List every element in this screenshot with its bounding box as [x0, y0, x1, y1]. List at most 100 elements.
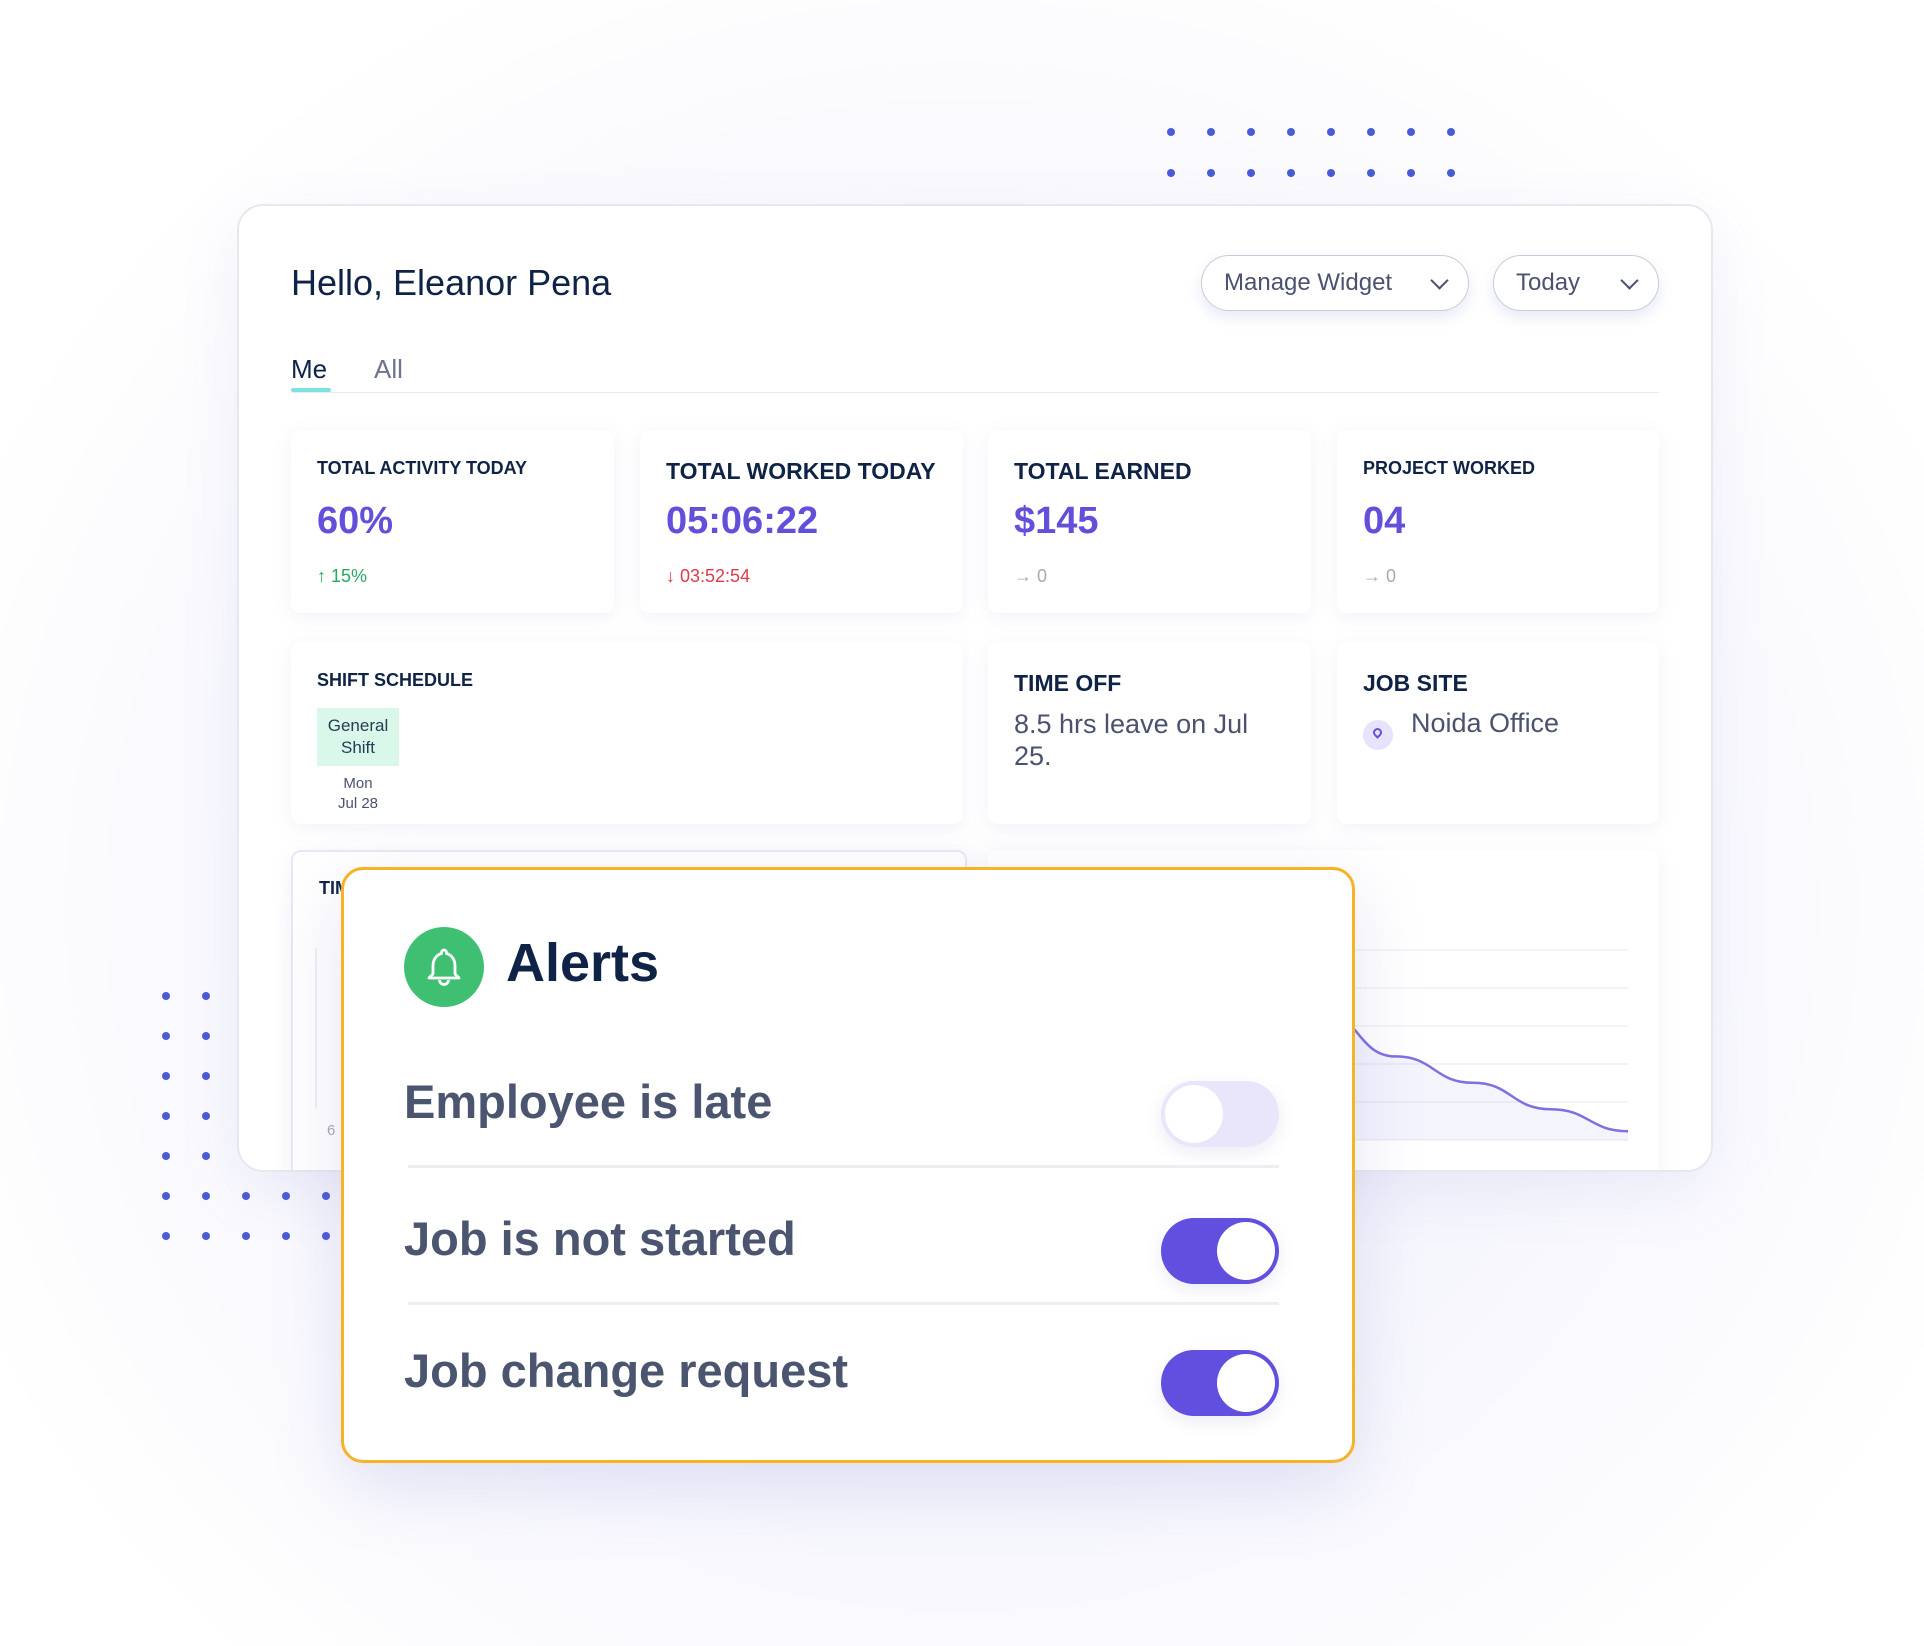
dot [1407, 128, 1415, 136]
alert-row-job-change-request: Job change request [404, 1307, 1279, 1437]
shift-date: Mon Jul 28 [317, 774, 399, 814]
greeting-title: Hello, Eleanor Pena [291, 262, 612, 303]
stat-label: TOTAL EARNED [1014, 458, 1192, 484]
dot [162, 1112, 170, 1120]
chevron-down-icon [1430, 270, 1449, 290]
job-site-widget: JOB SITE Noida Office [1337, 642, 1659, 824]
alert-toggle-job-change-request[interactable] [1161, 1350, 1279, 1416]
alert-label: Job is not started [404, 1212, 796, 1265]
dot [282, 1232, 290, 1240]
dot [242, 1232, 250, 1240]
stat-label: TOTAL ACTIVITY TODAY [317, 458, 528, 478]
dot [202, 1112, 210, 1120]
dot [1247, 128, 1255, 136]
dot [162, 1152, 170, 1160]
dot [162, 1232, 170, 1240]
stat-value: 05:06:22 [666, 500, 819, 542]
dot [1367, 128, 1375, 136]
stat-delta: ↑ 15% [317, 566, 367, 587]
dot [162, 992, 170, 1000]
shift-day-label: Mon [343, 775, 373, 792]
dot [1167, 169, 1175, 177]
arrow-up-icon: ↑ [317, 566, 326, 586]
stat-card-total-activity: TOTAL ACTIVITY TODAY 60% ↑ 15% [291, 430, 614, 613]
stat-label: PROJECT WORKED [1363, 458, 1536, 478]
dot [162, 1072, 170, 1080]
alert-toggle-job-not-started[interactable] [1161, 1218, 1279, 1284]
dot [1207, 169, 1215, 177]
dot [1367, 169, 1375, 177]
dot [162, 1192, 170, 1200]
stat-delta: ↓ 03:52:54 [666, 566, 750, 587]
stat-card-project-worked: PROJECT WORKED 04 → 0 [1337, 430, 1659, 613]
location-pin-icon [1363, 720, 1393, 750]
dot [322, 1192, 330, 1200]
stat-card-total-earned: TOTAL EARNED $145 → 0 [988, 430, 1311, 613]
shift-tag[interactable]: General Shift [317, 708, 399, 766]
alerts-title: Alerts [506, 933, 660, 993]
alert-row-employee-late: Employee is late [404, 1038, 1279, 1168]
dot [322, 1232, 330, 1240]
toggle-knob [1217, 1222, 1275, 1280]
widget-label: TIME OFF [1014, 670, 1122, 696]
dot [1207, 128, 1215, 136]
dot [282, 1192, 290, 1200]
stat-delta: → 0 [1363, 566, 1396, 587]
alert-row-job-not-started: Job is not started [404, 1175, 1279, 1305]
alert-label: Job change request [404, 1344, 848, 1397]
widget-label: SHIFT SCHEDULE [317, 670, 474, 690]
dot [242, 1192, 250, 1200]
dot [1287, 169, 1295, 177]
stat-delta-value: 15% [331, 566, 368, 586]
arrow-right-icon: → [1014, 566, 1032, 586]
dot [162, 1032, 170, 1040]
toggle-knob [1165, 1085, 1223, 1143]
dot [1447, 169, 1455, 177]
shift-date-label: Jul 28 [337, 795, 379, 812]
stat-label: TOTAL WORKED TODAY [666, 458, 936, 484]
alert-toggle-employee-late[interactable] [1161, 1081, 1279, 1147]
dot [1327, 128, 1335, 136]
divider [408, 1302, 1279, 1305]
dot [202, 1232, 210, 1240]
stat-value: $145 [1014, 500, 1099, 542]
toggle-knob [1217, 1354, 1275, 1412]
alert-label: Employee is late [404, 1075, 773, 1128]
date-range-dropdown[interactable]: Today [1493, 255, 1659, 311]
bell-icon [427, 948, 461, 986]
dot [1167, 128, 1175, 136]
dot [1287, 128, 1295, 136]
stat-card-total-worked: TOTAL WORKED TODAY 05:06:22 ↓ 03:52:54 [640, 430, 963, 613]
dot [202, 1152, 210, 1160]
chart-axis [315, 948, 317, 1108]
stat-delta-value: 0 [1037, 566, 1048, 586]
active-tab-indicator [291, 388, 331, 392]
tab-me[interactable]: Me [291, 354, 327, 385]
stat-delta-value: 0 [1386, 566, 1397, 586]
bell-icon-badge [404, 927, 484, 1007]
dot [1247, 169, 1255, 177]
chevron-down-icon [1620, 270, 1639, 290]
dot [202, 992, 210, 1000]
job-site-location: Noida Office [1411, 708, 1560, 738]
axis-tick: 6 [327, 1122, 336, 1139]
time-off-text: 8.5 hrs leave on Jul 25. [1014, 709, 1249, 771]
alerts-panel: Alerts Employee is late Job is not start… [341, 867, 1355, 1463]
widget-label: JOB SITE [1363, 670, 1468, 696]
stat-delta: → 0 [1014, 566, 1047, 587]
stat-value: 60% [317, 500, 394, 542]
stat-delta-value: 03:52:54 [680, 566, 751, 586]
manage-widget-label: Manage Widget [1224, 269, 1393, 296]
divider [408, 1165, 1279, 1168]
arrow-right-icon: → [1363, 566, 1381, 586]
tab-all[interactable]: All [374, 354, 403, 385]
manage-widget-dropdown[interactable]: Manage Widget [1201, 255, 1469, 311]
dot [1447, 128, 1455, 136]
date-range-label: Today [1516, 269, 1581, 296]
dot [202, 1192, 210, 1200]
dot [1327, 169, 1335, 177]
stat-value: 04 [1363, 500, 1406, 542]
time-off-widget: TIME OFF 8.5 hrs leave on Jul 25. [988, 642, 1311, 824]
dot [202, 1032, 210, 1040]
dot [202, 1072, 210, 1080]
